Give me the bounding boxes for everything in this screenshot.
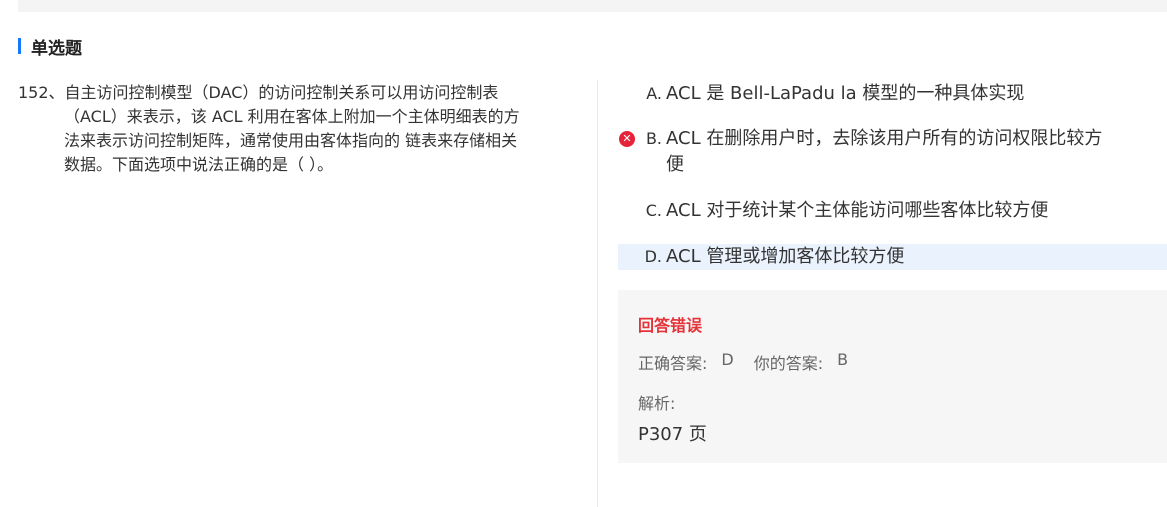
column-divider [597,80,598,507]
question-text-line-3: 法来表示访问控制矩阵，通常使用由客体指向的 链表来存储相关 [64,131,518,150]
top-bar [18,0,1167,12]
close-circle-icon: ✕ [619,131,635,147]
section-header: 单选题 [18,36,82,59]
answer-result-panel: 回答错误 正确答案: D 你的答案: B 解析: P307 页 [618,290,1167,463]
option-c[interactable]: C. ACL 对于统计某个主体能访问哪些客体比较方便 [618,198,1167,224]
option-b[interactable]: ✕ B. ACL 在删除用户时，去除该用户所有的访问权限比较方 便 [618,126,1167,178]
result-status: 回答错误 [638,316,703,335]
option-d-text: ACL 管理或增加客体比较方便 [666,246,905,267]
correct-answer-value: D [721,350,734,369]
analysis-text: P307 页 [638,424,707,445]
option-a-letter: A. [646,84,662,103]
your-answer-value: B [837,350,849,369]
question-stem: 152、 自主访问控制模型（DAC）的访问控制关系可以用访问控制表 （ACL）来… [18,81,578,177]
correct-answer-label: 正确答案: [638,354,708,373]
your-answer-label: 你的答案: [753,354,824,373]
option-d-letter: D. [644,247,662,266]
option-b-text-line-2: 便 [666,154,684,175]
option-d[interactable]: D. ACL 管理或增加客体比较方便 [618,244,1167,270]
section-accent-bar [18,38,21,54]
option-b-text-line-1: ACL 在删除用户时，去除该用户所有的访问权限比较方 [666,128,1103,149]
option-a-text: ACL 是 Bell-LaPadu la 模型的一种具体实现 [666,83,1025,104]
option-c-text: ACL 对于统计某个主体能访问哪些客体比较方便 [666,200,1049,221]
question-text-line-2: （ACL）来表示，该 ACL 利用在客体上附加一个主体明细表的方 [64,107,520,126]
answer-row: 正确答案: D 你的答案: B [638,350,848,374]
option-c-letter: C. [645,201,662,220]
question-number: 152、 [18,83,65,102]
question-text-line-4: 数据。下面选项中说法正确的是（ ）。 [64,155,334,174]
option-a[interactable]: A. ACL 是 Bell-LaPadu la 模型的一种具体实现 [618,81,1167,107]
question-text-line-1: 自主访问控制模型（DAC）的访问控制关系可以用访问控制表 [64,83,499,102]
section-title: 单选题 [31,38,82,59]
analysis-label: 解析: [638,394,676,413]
